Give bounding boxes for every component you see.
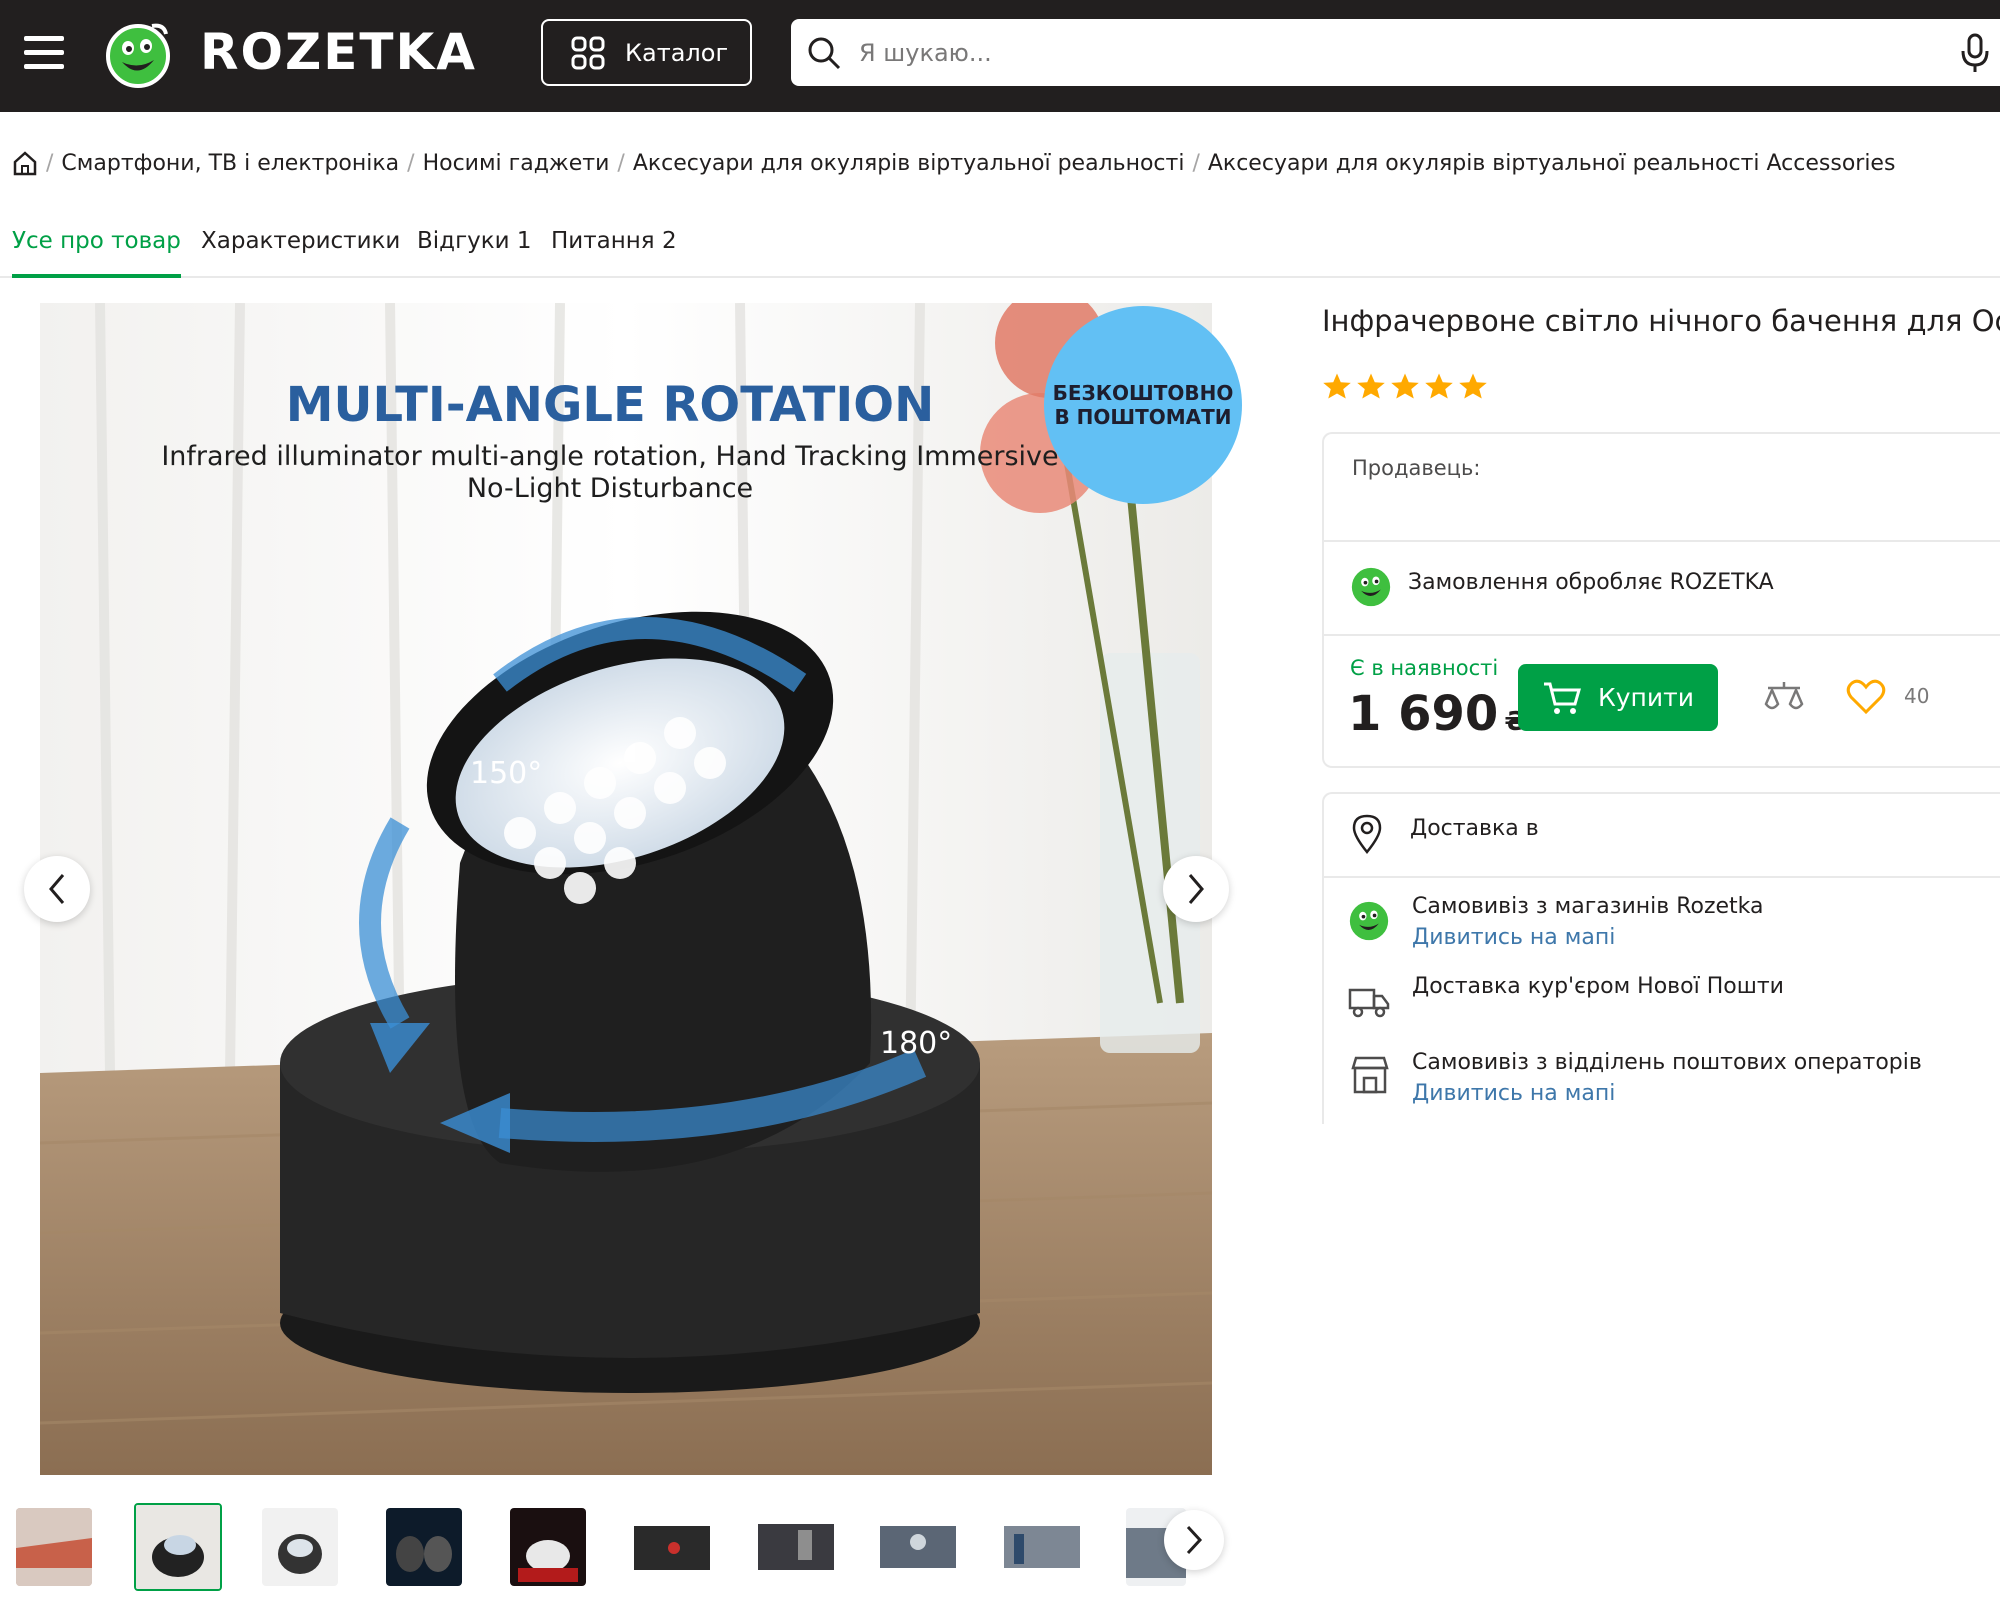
thumbnail-strip	[0, 1500, 1230, 1596]
delivery-option-label: Доставка кур'єром Нової Пошти	[1412, 974, 1784, 999]
thumbnail[interactable]	[634, 1508, 710, 1586]
thumbnail[interactable]	[1004, 1508, 1080, 1586]
rozetka-small-logo-icon	[1349, 901, 1389, 941]
breadcrumb-link[interactable]: Аксесуари для окулярів віртуальної реаль…	[633, 151, 1185, 176]
breadcrumb-link[interactable]: Смартфони, ТВ і електроніка	[61, 151, 399, 176]
thumbnail[interactable]	[16, 1508, 92, 1586]
search-icon	[808, 37, 841, 69]
chevron-left-icon	[49, 874, 65, 904]
purchase-card: Продавець: Замовлення обробляє ROZETKA Є…	[1322, 432, 2000, 768]
buy-button[interactable]: Купити	[1518, 664, 1718, 731]
view-on-map-link[interactable]: Дивитись на мапі	[1412, 1081, 1922, 1106]
delivery-option: Доставка кур'єром Нової Пошти	[1412, 974, 1784, 999]
headline-text: MULTI-ANGLE ROTATION	[286, 377, 935, 433]
delivery-title: Доставка в	[1410, 816, 1539, 841]
divider	[1324, 634, 2000, 636]
rozetka-logo-icon[interactable]	[104, 20, 172, 88]
home-icon[interactable]	[12, 150, 38, 176]
product-tabs: Усе про товар Характеристики Відгуки 1 П…	[0, 220, 2000, 278]
divider	[1322, 876, 1324, 1124]
thumbnail[interactable]	[262, 1508, 338, 1586]
breadcrumb-link[interactable]: Аксесуари для окулярів віртуальної реаль…	[1208, 151, 1896, 176]
chevron-right-icon	[1188, 874, 1204, 904]
cart-icon	[1544, 682, 1582, 714]
product-title: Інфрачервоне світло нічного бачення для …	[1322, 304, 2000, 338]
subline-text: Infrared illuminator multi-angle rotatio…	[161, 441, 1058, 472]
catalog-grid-icon	[571, 36, 605, 69]
delivery-card: Доставка в Самовивіз з магазинів Rozetka…	[1322, 792, 2000, 1128]
tab-questions[interactable]: Питання 2	[551, 228, 677, 278]
tab-reviews[interactable]: Відгуки 1	[417, 228, 532, 278]
star-icon	[1323, 373, 1351, 399]
view-on-map-link[interactable]: Дивитись на мапі	[1412, 925, 1764, 950]
microphone-icon[interactable]	[1959, 33, 1991, 73]
star-icon	[1391, 373, 1419, 399]
availability-status: Є в наявності	[1350, 656, 1499, 680]
tab-all-about[interactable]: Усе про товар	[12, 228, 181, 278]
heart-icon[interactable]	[1846, 678, 1886, 716]
delivery-option: Самовивіз з відділень поштових операторі…	[1412, 1050, 1922, 1106]
logo-wordmark[interactable]: ROZETKA	[200, 22, 477, 82]
menu-burger-icon[interactable]	[24, 36, 64, 70]
catalog-label: Каталог	[625, 38, 729, 67]
pickup-store-icon	[1351, 1056, 1389, 1094]
thumbnail[interactable]	[510, 1508, 586, 1586]
delivery-option-label: Самовивіз з магазинів Rozetka	[1412, 894, 1764, 919]
thumbnail[interactable]	[758, 1508, 834, 1586]
delivery-option: Самовивіз з магазинів Rozetka Дивитись н…	[1412, 894, 1764, 950]
favorites-count: 40	[1904, 684, 1930, 708]
delivery-truck-icon	[1348, 988, 1390, 1018]
gallery-next-button[interactable]	[1163, 856, 1229, 922]
search-bar	[791, 19, 2000, 86]
rozetka-small-logo-icon	[1351, 567, 1391, 607]
product-price: 1 690 ₴	[1348, 686, 1527, 742]
thumbnails-next-button[interactable]	[1164, 1510, 1224, 1570]
breadcrumb-link[interactable]: Носимі гаджети	[423, 151, 610, 176]
divider	[1322, 876, 2000, 878]
divider	[1324, 540, 2000, 542]
catalog-button[interactable]: Каталог	[541, 19, 752, 86]
chevron-right-icon	[1186, 1525, 1203, 1555]
search-input[interactable]	[857, 37, 1917, 68]
compare-icon[interactable]	[1762, 678, 1806, 718]
delivery-option-label: Самовивіз з відділень поштових операторі…	[1412, 1050, 1922, 1075]
star-icon	[1425, 373, 1453, 399]
breadcrumb: / Смартфони, ТВ і електроніка / Носимі г…	[12, 150, 1895, 176]
top-header: ROZETKA Каталог	[0, 0, 2000, 112]
gallery-prev-button[interactable]	[24, 856, 90, 922]
free-delivery-badge: БЕЗКОШТОВНО В ПОШТОМАТИ	[1044, 306, 1242, 504]
badge-line: БЕЗКОШТОВНО	[1052, 381, 1234, 405]
thumbnail[interactable]	[386, 1508, 462, 1586]
buy-label: Купити	[1598, 683, 1694, 712]
product-main-image[interactable]: MULTI-ANGLE ROTATION Infrared illuminato…	[40, 303, 1212, 1475]
location-pin-icon	[1352, 814, 1382, 854]
subline-text: No-Light Disturbance	[467, 473, 753, 504]
star-icon	[1357, 373, 1385, 399]
price-value: 1 690	[1348, 686, 1499, 742]
rating-stars[interactable]	[1322, 372, 1492, 400]
processed-by-text: Замовлення обробляє ROZETKA	[1408, 570, 1774, 595]
thumbnail[interactable]	[880, 1508, 956, 1586]
thumbnail[interactable]	[134, 1503, 222, 1591]
star-icon	[1459, 373, 1487, 399]
seller-label: Продавець:	[1352, 456, 1481, 480]
product-photo: MULTI-ANGLE ROTATION Infrared illuminato…	[40, 303, 1212, 1475]
badge-line: В ПОШТОМАТИ	[1054, 405, 1232, 429]
angle-label: 150°	[470, 756, 542, 791]
angle-label: 180°	[880, 1026, 952, 1061]
tab-characteristics[interactable]: Характеристики	[201, 228, 400, 278]
